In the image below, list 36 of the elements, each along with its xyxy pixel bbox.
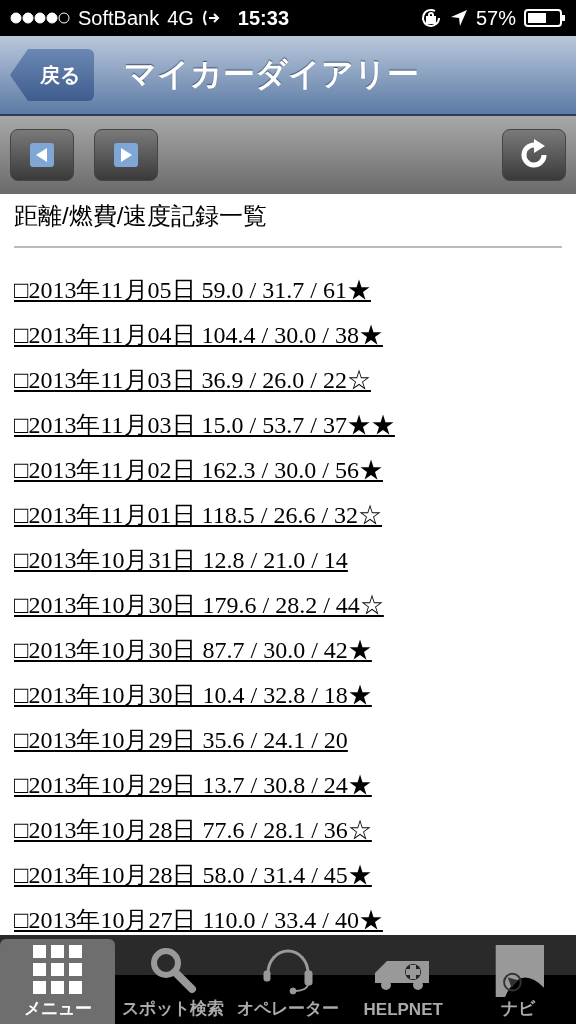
record-link[interactable]: □2013年10月30日 87.7 / 30.0 / 42★ xyxy=(14,628,372,673)
record-link[interactable]: □2013年10月30日 10.4 / 32.8 / 18★ xyxy=(14,673,372,718)
record-link[interactable]: □2013年10月30日 179.6 / 28.2 / 44☆ xyxy=(14,583,384,628)
tab-item[interactable]: スポット検索 xyxy=(115,939,231,1024)
battery-percent: 57% xyxy=(475,6,516,30)
status-time: 15:33 xyxy=(237,6,289,30)
nav-title: マイカーダイアリー xyxy=(124,55,419,94)
location-icon xyxy=(449,9,468,27)
battery-icon xyxy=(524,9,566,27)
record-link[interactable]: □2013年10月28日 77.6 / 28.1 / 36☆ xyxy=(14,808,372,853)
record-link[interactable]: □2013年11月02日 162.3 / 30.0 / 56★ xyxy=(14,448,383,493)
tab-item[interactable]: メニュー xyxy=(0,939,116,1024)
record-link[interactable]: □2013年10月31日 12.8 / 21.0 / 14 xyxy=(14,538,348,583)
record-link[interactable]: □2013年10月29日 35.6 / 24.1 / 20 xyxy=(14,718,348,763)
network-type: 4G xyxy=(167,6,194,30)
record-link[interactable]: □2013年11月03日 36.9 / 26.0 / 22☆ xyxy=(14,358,371,403)
signal-icon xyxy=(10,12,70,24)
refresh-button[interactable] xyxy=(502,129,566,181)
tab-item[interactable]: ナビ xyxy=(460,939,576,1024)
record-link[interactable]: □2013年11月04日 104.4 / 30.0 / 38★ xyxy=(14,313,383,358)
rotation-lock-icon xyxy=(419,7,442,29)
grid-icon xyxy=(32,945,83,995)
previous-button[interactable] xyxy=(10,129,74,181)
record-link[interactable]: □2013年10月29日 13.7 / 30.8 / 24★ xyxy=(14,763,372,808)
next-button[interactable] xyxy=(94,129,158,181)
carrier-name: SoftBank xyxy=(78,6,160,30)
call-forward-icon xyxy=(201,9,220,27)
record-link[interactable]: □2013年10月27日 110.0 / 33.4 / 40★ xyxy=(14,898,383,935)
record-link[interactable]: □2013年11月05日 59.0 / 31.7 / 61★ xyxy=(14,268,371,313)
page-heading: 距離/燃費/速度記録一覧 xyxy=(14,201,269,231)
tab-item[interactable]: HELPNET xyxy=(345,939,461,1024)
record-link[interactable]: □2013年10月28日 58.0 / 31.4 / 45★ xyxy=(14,853,372,898)
record-link[interactable]: □2013年11月03日 15.0 / 53.7 / 37★★ xyxy=(14,403,395,448)
back-button[interactable]: 戻る xyxy=(10,49,94,101)
record-link[interactable]: □2013年11月01日 118.5 / 26.6 / 32☆ xyxy=(14,493,383,538)
tab-item[interactable]: オペレーター xyxy=(230,939,346,1024)
